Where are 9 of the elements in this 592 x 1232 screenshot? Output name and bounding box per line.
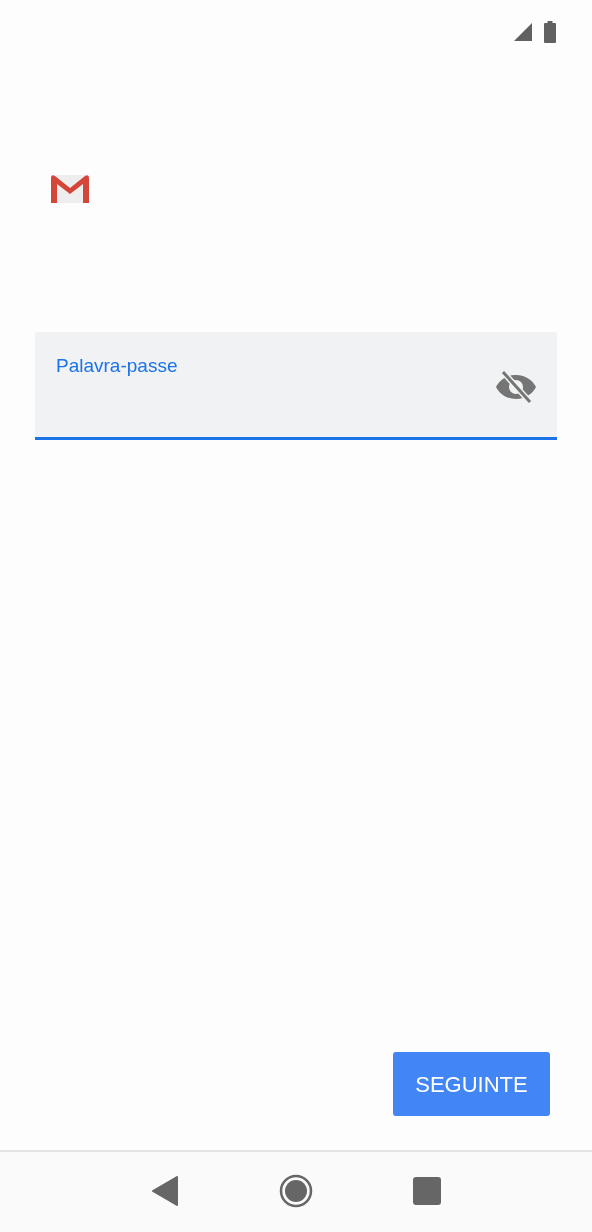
back-icon[interactable] [151, 1176, 179, 1206]
signal-icon [514, 23, 532, 41]
field-label: Palavra-passe [56, 354, 178, 378]
password-field[interactable]: Palavra-passe [35, 332, 557, 440]
battery-icon [544, 21, 556, 43]
next-button[interactable]: SEGUINTE [393, 1052, 550, 1116]
visibility-off-icon[interactable] [496, 370, 536, 404]
mail-logo-icon [50, 174, 90, 204]
home-icon[interactable] [279, 1174, 313, 1208]
